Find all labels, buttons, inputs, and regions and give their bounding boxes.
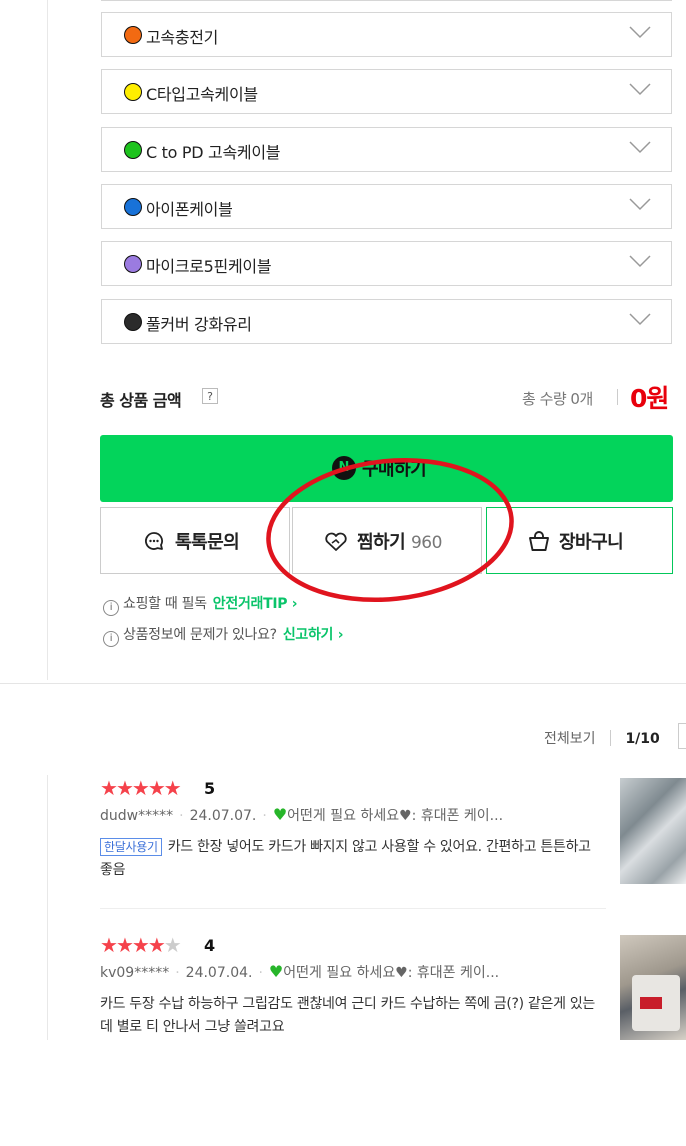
review-meta: kv09***** · 24.07.04. · ♥어떤게 필요 하세요♥: 휴대폰 케이… xyxy=(100,962,499,982)
review-photo-2[interactable] xyxy=(620,935,686,1040)
chevron-down-icon xyxy=(629,313,651,326)
option-label: 고속충전기 xyxy=(146,28,219,47)
option-select[interactable]: 아이폰케이블 xyxy=(101,184,672,229)
option-select[interactable]: C to PD 고속케이블 xyxy=(101,127,672,172)
review-text: 카드 두장 수납 하능하구 그립감도 괜찮네여 근디 카드 수납하는 쪽에 금(… xyxy=(100,996,595,1035)
divider xyxy=(609,730,611,746)
color-dot-icon xyxy=(124,198,142,216)
option-label: 아이폰케이블 xyxy=(146,200,233,219)
star-icon: ★ xyxy=(115,776,134,800)
section-divider xyxy=(0,683,686,684)
dot-separator: · xyxy=(258,965,263,981)
total-price-label: 총 상품 금액 xyxy=(100,391,182,410)
report-info: i 상품정보에 문제가 있나요? 신고하기 › xyxy=(103,624,343,647)
review-badge: 한달사용기 xyxy=(100,838,162,856)
color-dot-icon xyxy=(124,313,142,331)
info-icon: i xyxy=(103,600,119,616)
dot-separator: · xyxy=(175,965,180,981)
talk-inquiry-label: 톡톡문의 xyxy=(175,532,240,553)
option-label: 풀커버 강화유리 xyxy=(146,315,252,334)
chevron-down-icon xyxy=(629,255,651,268)
shopping-bag-icon xyxy=(529,531,549,551)
green-heart-icon: ♥ xyxy=(272,805,288,824)
option-label: C to PD 고속케이블 xyxy=(146,143,281,162)
chevron-down-icon xyxy=(629,141,651,154)
safe-trade-text: 쇼핑할 때 필독 xyxy=(123,596,207,612)
color-dot-icon xyxy=(124,26,142,44)
view-all-link[interactable]: 전체보기 xyxy=(544,731,596,747)
color-dot-icon xyxy=(124,83,142,101)
review-divider xyxy=(100,908,606,909)
chat-bubble-icon xyxy=(145,532,163,550)
star-icon: ★ xyxy=(131,933,150,957)
star-icon: ★ xyxy=(100,933,118,957)
star-icon: ★ xyxy=(163,933,182,957)
info-icon: i xyxy=(103,631,119,647)
option-label: C타입고속케이블 xyxy=(146,85,258,104)
review-photo-1[interactable] xyxy=(620,778,686,884)
review-score: 5 xyxy=(204,779,216,798)
review-score: 4 xyxy=(204,936,216,955)
chevron-down-icon xyxy=(629,26,651,39)
star-icon: ★ xyxy=(131,776,150,800)
help-icon[interactable]: ? xyxy=(202,388,218,404)
left-divider-lower xyxy=(47,775,48,1040)
total-price: 0원 xyxy=(630,384,669,413)
prev-page-button[interactable] xyxy=(678,723,686,749)
star-icon: ★ xyxy=(147,776,166,800)
option-select[interactable]: 마이크로5핀케이블 xyxy=(101,241,672,286)
review-meta: dudw***** · 24.07.07. · ♥어떤게 필요 하세요♥: 휴대폰 케이… xyxy=(100,805,503,825)
left-divider xyxy=(47,0,48,680)
color-dot-icon xyxy=(124,141,142,159)
option-select[interactable]: C타입고속케이블 xyxy=(101,69,672,114)
review-date: 24.07.07. xyxy=(189,808,257,824)
report-link[interactable]: 신고하기 › xyxy=(283,627,344,643)
photo-card-label xyxy=(640,997,662,1009)
dot-separator: · xyxy=(179,808,184,824)
review-date: 24.07.04. xyxy=(185,965,253,981)
review-option: 어떤게 필요 하세요♥: 휴대폰 케이... xyxy=(287,808,504,824)
safe-trade-info: i 쇼핑할 때 필독 안전거래TIP › xyxy=(103,593,298,616)
review-text: 카드 한장 넣어도 카드가 빠지지 않고 사용할 수 있어요. 간편하고 튼튼하… xyxy=(100,839,591,878)
option-select-previous[interactable] xyxy=(101,0,672,1)
review-text-block: 카드 두장 수납 하능하구 그립감도 괜찮네여 근디 카드 수납하는 쪽에 금(… xyxy=(100,993,606,1039)
option-select[interactable]: 고속충전기 xyxy=(101,12,672,57)
star-rating: ★★★★★ xyxy=(100,933,182,957)
review-option: 어떤게 필요 하세요♥: 휴대폰 케이... xyxy=(283,965,500,981)
safe-trade-link[interactable]: 안전거래TIP › xyxy=(213,596,298,612)
chevron-down-icon xyxy=(629,83,651,96)
divider xyxy=(617,389,618,405)
star-icon: ★ xyxy=(100,776,118,800)
review-text-block: 한달사용기 카드 한장 넣어도 카드가 빠지지 않고 사용할 수 있어요. 간편하… xyxy=(100,836,606,882)
star-icon: ★ xyxy=(115,933,134,957)
dot-separator: · xyxy=(262,808,267,824)
star-icon: ★ xyxy=(147,933,166,957)
chevron-down-icon xyxy=(629,198,651,211)
color-dot-icon xyxy=(124,255,142,273)
total-quantity: 총 수량 0개 xyxy=(522,390,593,408)
review-user: kv09***** xyxy=(100,965,170,981)
green-heart-icon: ♥ xyxy=(268,962,284,981)
option-select[interactable]: 풀커버 강화유리 xyxy=(101,299,672,344)
review-user: dudw***** xyxy=(100,808,174,824)
star-rating: ★★★★★ xyxy=(100,776,182,800)
option-label: 마이크로5핀케이블 xyxy=(146,257,272,276)
star-icon: ★ xyxy=(163,776,182,800)
cart-label: 장바구니 xyxy=(559,532,624,553)
reviews-header: 전체보기 1/10 xyxy=(544,728,660,748)
page-indicator: 1/10 xyxy=(625,731,660,747)
annotation-circle xyxy=(266,457,514,603)
report-text: 상품정보에 문제가 있나요? xyxy=(123,627,277,643)
